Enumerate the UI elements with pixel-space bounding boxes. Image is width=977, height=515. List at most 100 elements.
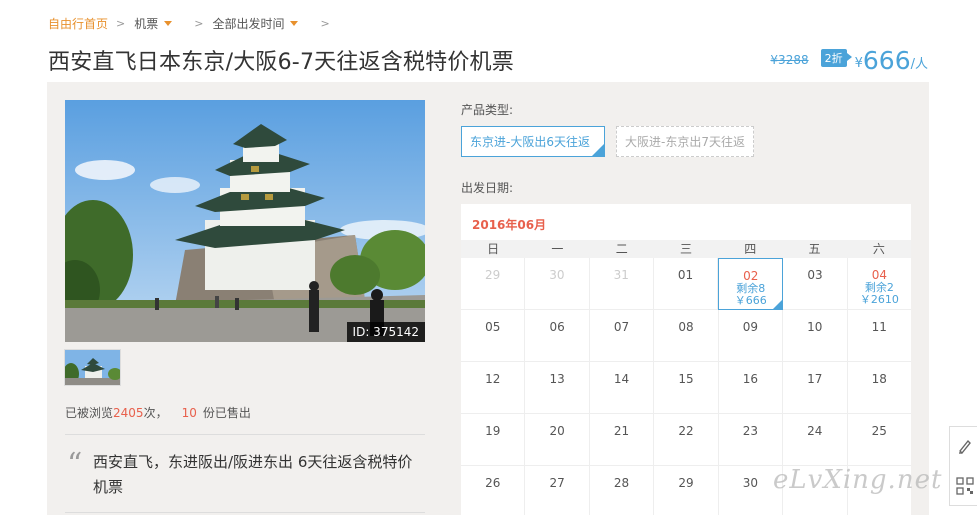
calendar-day: 31: [589, 258, 654, 310]
calendar-day-number: 18: [871, 372, 887, 386]
departure-date-label: 出发日期:: [461, 181, 514, 195]
calendar-day: 08: [654, 310, 719, 362]
calendar-day-number: 29: [485, 268, 501, 282]
qrcode-icon[interactable]: [956, 477, 974, 495]
calendar-day-number: 16: [742, 372, 759, 386]
calendar-day-price: ￥2610: [859, 293, 899, 306]
chevron-right-icon: >: [116, 16, 126, 30]
weekday-label: 六: [872, 242, 885, 256]
views-mid: 次，: [143, 406, 168, 420]
calendar-day: 06: [525, 310, 590, 362]
calendar-day-number: 19: [485, 424, 501, 438]
divider: [65, 512, 425, 513]
calendar-day-number: 24: [807, 424, 823, 438]
calendar-day: 15: [654, 362, 719, 414]
calendar-day-number: 28: [613, 476, 630, 490]
calendar-week-row: 12 13 14 15 16 17 18: [461, 362, 911, 414]
currency-symbol: ¥: [854, 56, 863, 71]
calendar-day: 18: [847, 362, 911, 414]
caret-down-icon[interactable]: [164, 20, 173, 26]
weekday-label: 一: [551, 242, 564, 256]
calendar-day: 19: [461, 414, 526, 466]
castle-thumbnail-photo: [65, 350, 120, 385]
calendar-day-number: 29: [678, 476, 694, 490]
product-type-label: 产品类型:: [461, 103, 514, 117]
chevron-right-icon: >: [320, 16, 330, 30]
calendar-day-number: 20: [549, 424, 565, 438]
product-description: 西安直飞，东进阪出/阪进东出 6天往返含税特价机票: [93, 453, 413, 496]
price-box: ¥3288 2折 ¥ 666 /人: [770, 46, 928, 74]
price-unit: /人: [910, 57, 928, 72]
calendar-day: 27: [525, 466, 590, 515]
weekday-label: 二: [615, 242, 628, 256]
calendar-day-number: 27: [549, 476, 565, 490]
calendar-day-number: 13: [549, 372, 565, 386]
divider: [65, 434, 425, 435]
image-id-label: ID: 375142: [346, 322, 425, 342]
weekday-label: 三: [679, 242, 692, 256]
calendar-day-number: 15: [678, 372, 694, 386]
calendar-day: 26: [461, 466, 526, 515]
calendar-day: 12: [461, 362, 526, 414]
thumbnail[interactable]: [64, 349, 121, 386]
caret-down-icon[interactable]: [290, 20, 299, 26]
original-price: ¥3288: [770, 53, 809, 67]
discount-badge: 2折: [820, 49, 852, 67]
calendar-day-number: 25: [871, 424, 887, 438]
calendar-day: 22: [654, 414, 719, 466]
calendar-day-number: 02: [743, 269, 759, 283]
product-type-option-1[interactable]: 东京进-大阪出6天往返: [461, 126, 605, 157]
breadcrumb-home-label[interactable]: 自由行首页: [48, 15, 108, 32]
sold-suffix: 份已售出: [202, 406, 251, 420]
views-count: 2405: [113, 405, 144, 420]
calendar-day-number: 11: [871, 320, 887, 334]
weekday-label: 五: [808, 242, 821, 256]
calendar-day-available[interactable]: 02 剩余8 ￥666: [718, 258, 784, 310]
pen-icon[interactable]: [956, 437, 974, 455]
site-watermark: eLvXing.net: [773, 465, 943, 495]
calendar-month: 2016年06月: [472, 218, 547, 232]
calendar-day: 16: [718, 362, 784, 414]
calendar-day: 13: [525, 362, 590, 414]
breadcrumb-departure[interactable]: 全部出发时间: [212, 15, 299, 32]
calendar-day-number: 26: [485, 476, 501, 490]
calendar-day: 21: [589, 414, 655, 466]
calendar-day-number: 23: [742, 424, 759, 438]
breadcrumb-category-label[interactable]: 机票: [134, 15, 158, 32]
calendar-weekday-header: 日一二三四五六: [461, 240, 911, 258]
sales-stats: 已被浏览 2405 次， 10 份已售出: [65, 404, 251, 421]
product-type-option-2[interactable]: 大阪进-东京出7天往返: [616, 126, 754, 157]
calendar-day: 24: [783, 414, 848, 466]
calendar-day: 30: [525, 258, 590, 310]
calendar-day: 14: [589, 362, 655, 414]
views-prefix: 已被浏览: [65, 406, 114, 420]
calendar-day-available[interactable]: 04 剩余2 ￥2610: [847, 258, 911, 310]
calendar-day-number: 05: [485, 320, 501, 334]
calendar-day-number: 12: [485, 372, 501, 386]
calendar-week-row: 29 30 31 01 02 剩余8 ￥666 03 04 剩余2 ￥2610: [461, 258, 911, 310]
calendar-day: 29: [461, 258, 526, 310]
side-toolbar: [949, 426, 977, 506]
calendar-day-number: 09: [742, 320, 759, 334]
weekday-label: 日: [487, 242, 500, 256]
breadcrumb-departure-label[interactable]: 全部出发时间: [212, 15, 284, 32]
calendar-day: 01: [653, 258, 719, 310]
calendar-day-number: 04: [871, 268, 887, 282]
calendar-day-number: 17: [807, 372, 823, 386]
current-price: 666: [862, 46, 911, 75]
calendar-day: 23: [718, 414, 784, 466]
breadcrumb-category[interactable]: 机票: [134, 15, 173, 32]
calendar-day: 05: [461, 310, 526, 362]
calendar-day-price: ￥666: [734, 294, 767, 307]
breadcrumb-home[interactable]: 自由行首页: [48, 15, 108, 32]
calendar-day: 03: [783, 258, 848, 310]
product-panel: ID: 375142 已被浏览 2405 次， 10 份已售出 “ 西安直飞，东…: [47, 82, 929, 515]
calendar-day: 09: [718, 310, 784, 362]
calendar-day: 17: [783, 362, 848, 414]
calendar-day: 11: [847, 310, 911, 362]
sold-count: 10: [181, 405, 197, 420]
hero-image[interactable]: ID: 375142: [65, 100, 425, 342]
calendar-day-number: 01: [677, 268, 694, 282]
chevron-right-icon: >: [194, 16, 204, 30]
quote-icon: “: [67, 447, 83, 482]
